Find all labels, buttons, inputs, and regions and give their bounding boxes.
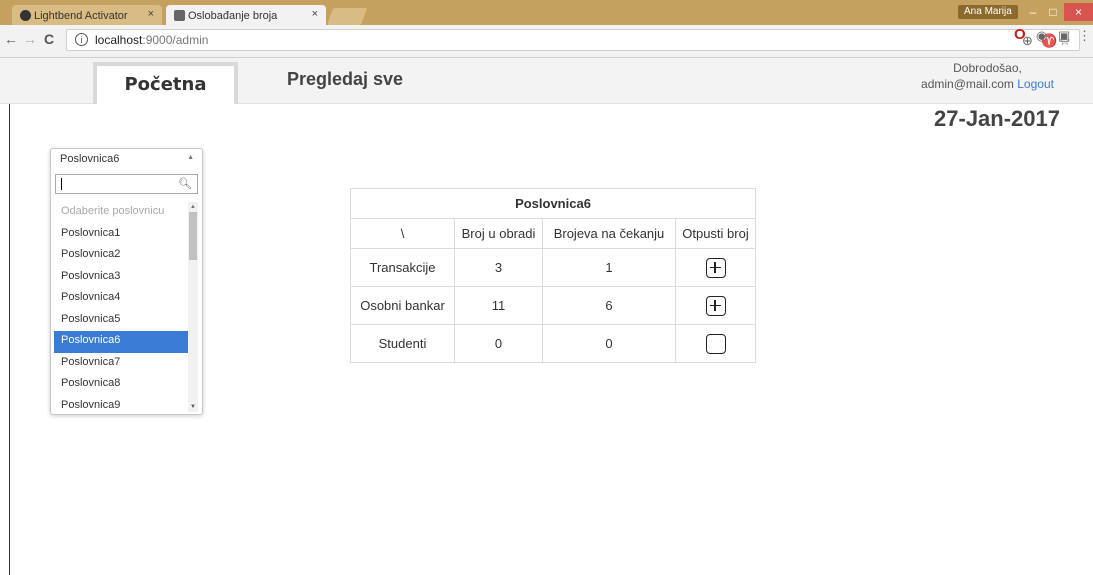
release-number-button-disabled[interactable] [705, 333, 726, 354]
opera-icon[interactable]: O [1014, 26, 1026, 43]
branch-option[interactable]: Poslovnica9 [54, 396, 188, 418]
scroll-up-icon[interactable]: ▲ [188, 202, 198, 212]
url-path: :9000/admin [142, 33, 209, 47]
browser-tab-strip: Lightbend Activator × Oslobađanje broja … [0, 0, 1093, 26]
extension-icon[interactable]: ▣ [1058, 28, 1070, 44]
tab-close-icon[interactable]: × [312, 8, 318, 20]
release-cell [675, 248, 756, 287]
extension-icon[interactable]: ◉ [1036, 28, 1047, 44]
column-header: Otpusti broj [675, 218, 756, 249]
branch-option[interactable]: Poslovnica1 [54, 224, 188, 246]
service-name: Studenti [350, 324, 455, 363]
app-header: Početna Pregledaj sve Dobrodošao, admin@… [0, 58, 1093, 104]
tab-lightbend-activator[interactable]: Lightbend Activator × [12, 5, 162, 26]
table-row: Transakcije 3 1 [350, 248, 756, 287]
scroll-down-icon[interactable]: ▼ [188, 402, 198, 412]
back-button[interactable]: ← [3, 31, 19, 47]
menu-icon[interactable]: ⋮ [1078, 28, 1091, 44]
waiting-count: 0 [542, 324, 676, 363]
column-header: Broj u obradi [454, 218, 543, 249]
waiting-count: 6 [542, 286, 676, 325]
column-header: Brojeva na čekanju [542, 218, 676, 249]
logout-link[interactable]: Logout [1017, 77, 1054, 91]
branch-option[interactable]: Poslovnica7 [54, 353, 188, 375]
table-row: Studenti 0 0 [350, 324, 756, 363]
search-icon: 🔍︎ [178, 178, 192, 190]
tab-title: Oslobađanje broja [188, 9, 278, 22]
column-header: \ [350, 218, 455, 249]
release-cell [675, 324, 756, 363]
welcome-panel: Dobrodošao, admin@mail.com Logout [900, 60, 1075, 92]
window-maximize-button[interactable]: □ [1040, 3, 1066, 21]
branch-option[interactable]: Poslovnica8 [54, 374, 188, 396]
url-text: localhost:9000/admin [95, 33, 208, 47]
branch-option[interactable]: Poslovnica2 [54, 245, 188, 267]
branch-select-value[interactable]: Poslovnica6 ▲ [51, 149, 202, 169]
scrollbar-thumb[interactable] [189, 212, 197, 260]
branch-option-selected[interactable]: Poslovnica6 [54, 331, 188, 353]
branch-option[interactable]: Poslovnica5 [54, 310, 188, 332]
branch-option[interactable]: Poslovnica4 [54, 288, 188, 310]
address-bar[interactable]: i localhost:9000/admin ⊕ ♈ ☆ [66, 29, 1080, 51]
branch-search-input[interactable]: 🔍︎ [55, 174, 198, 194]
page-favicon-icon [174, 10, 185, 21]
welcome-text: Dobrodošao, [953, 61, 1022, 75]
plus-icon [714, 299, 716, 311]
service-name: Transakcije [350, 248, 455, 287]
text-caret [61, 178, 62, 190]
release-number-button[interactable] [705, 295, 726, 316]
reload-button[interactable]: C [41, 31, 57, 47]
release-cell [675, 286, 756, 325]
table-title: Poslovnica6 [350, 188, 756, 219]
tab-oslobadanje-broja[interactable]: Oslobađanje broja × [166, 5, 326, 26]
branch-option-placeholder: Odaberite poslovnicu [61, 205, 165, 217]
current-date: 27-Jan-2017 [934, 106, 1060, 131]
new-tab-button[interactable] [326, 8, 368, 25]
selected-branch: Poslovnica6 [60, 153, 120, 165]
user-email: admin@mail.com [921, 77, 1014, 91]
queue-table: Poslovnica6 \ Broj u obradi Brojeva na č… [350, 188, 756, 363]
window-close-button[interactable]: × [1064, 3, 1093, 21]
tab-title: Lightbend Activator [34, 9, 128, 22]
user-line: admin@mail.com Logout [900, 76, 1075, 92]
dropdown-scrollbar[interactable]: ▲ ▼ [188, 202, 198, 412]
waiting-count: 1 [542, 248, 676, 287]
branch-option[interactable]: Poslovnica3 [54, 267, 188, 289]
tab-close-icon[interactable]: × [148, 8, 154, 20]
chevron-up-icon[interactable]: ▲ [187, 154, 194, 161]
branch-select-dropdown[interactable]: Poslovnica6 ▲ 🔍︎ Odaberite poslovnicu Po… [50, 148, 203, 415]
page-divider [9, 104, 10, 575]
service-name: Osobni bankar [350, 286, 455, 325]
processing-count: 0 [454, 324, 543, 363]
lightbend-favicon-icon [20, 10, 31, 21]
browser-toolbar: ← → C i localhost:9000/admin ⊕ ♈ ☆ O ◉ ▣… [0, 25, 1093, 58]
processing-count: 3 [454, 248, 543, 287]
profile-chip[interactable]: Ana Marija [958, 5, 1018, 19]
branch-options-list: Odaberite poslovnicu Poslovnica1 Poslovn… [54, 202, 188, 417]
table-row: Osobni bankar 11 6 [350, 286, 756, 325]
release-number-button[interactable] [705, 257, 726, 278]
nav-home-tab[interactable]: Početna [93, 62, 238, 104]
url-host: localhost [95, 33, 143, 47]
site-info-icon[interactable]: i [75, 33, 88, 46]
forward-button[interactable]: → [22, 31, 38, 47]
plus-icon [714, 261, 716, 273]
nav-view-all-tab[interactable]: Pregledaj sve [287, 69, 403, 90]
processing-count: 11 [454, 286, 543, 325]
